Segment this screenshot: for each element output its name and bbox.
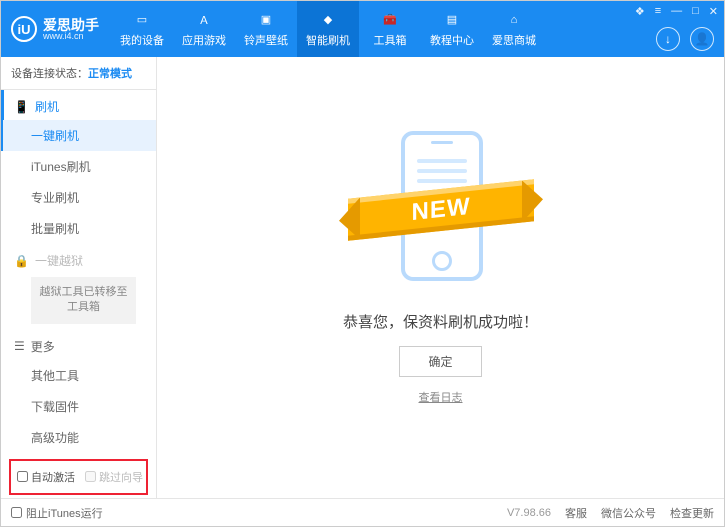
nav-tutorials[interactable]: ▤教程中心: [421, 1, 483, 57]
new-badge: NEW: [348, 179, 534, 241]
user-button[interactable]: 👤: [690, 27, 714, 51]
wechat-link[interactable]: 微信公众号: [601, 505, 656, 521]
apps-icon: Ａ: [194, 11, 214, 29]
wallpaper-icon: ▣: [256, 11, 276, 29]
tutorial-icon: ▤: [442, 11, 462, 29]
window-controls: ❖ ≡ — □ ✕: [635, 5, 718, 18]
section-more[interactable]: ☰更多: [1, 330, 156, 360]
nav-toolbox[interactable]: 🧰工具箱: [359, 1, 421, 57]
skin-icon[interactable]: ❖: [635, 5, 645, 18]
close-icon[interactable]: ✕: [709, 5, 718, 18]
version-label: V7.98.66: [507, 507, 551, 519]
support-link[interactable]: 客服: [565, 505, 587, 521]
connection-status: 设备连接状态：正常模式: [1, 57, 156, 90]
nav-my-device[interactable]: ▭我的设备: [111, 1, 173, 57]
sidebar-item-pro-flash[interactable]: 专业刷机: [1, 182, 156, 213]
sidebar-item-batch-flash[interactable]: 批量刷机: [1, 213, 156, 244]
sidebar-item-other-tools[interactable]: 其他工具: [1, 360, 156, 391]
main-panel: NEW 恭喜您，保资料刷机成功啦！ 确定 查看日志: [157, 57, 724, 498]
jailbreak-moved-note: 越狱工具已转移至工具箱: [31, 277, 136, 324]
block-itunes-checkbox[interactable]: 阻止iTunes运行: [11, 505, 103, 521]
app-header: iU 爱思助手 www.i4.cn ▭我的设备 Ａ应用游戏 ▣铃声壁纸 ◆智能刷…: [1, 1, 724, 57]
nav-ringtones[interactable]: ▣铃声壁纸: [235, 1, 297, 57]
menu-icon[interactable]: ≡: [655, 5, 661, 18]
logo: iU 爱思助手 www.i4.cn: [11, 16, 99, 42]
sidebar: 设备连接状态：正常模式 📱刷机 一键刷机 iTunes刷机 专业刷机 批量刷机 …: [1, 57, 157, 498]
section-jailbreak: 🔒一键越狱: [1, 244, 156, 274]
nav-apps[interactable]: Ａ应用游戏: [173, 1, 235, 57]
sidebar-item-itunes-flash[interactable]: iTunes刷机: [1, 151, 156, 182]
sidebar-item-download-firmware[interactable]: 下载固件: [1, 391, 156, 422]
section-flash[interactable]: 📱刷机: [1, 90, 156, 120]
top-nav: ▭我的设备 Ａ应用游戏 ▣铃声壁纸 ◆智能刷机 🧰工具箱 ▤教程中心 ⌂爱思商城: [111, 1, 545, 57]
flash-icon: ◆: [318, 11, 338, 29]
logo-icon: iU: [11, 16, 37, 42]
list-icon: ☰: [14, 339, 25, 353]
flash-options: 自动激活 跳过向导: [9, 459, 148, 495]
phone-icon: 📱: [14, 100, 29, 114]
view-log-link[interactable]: 查看日志: [419, 389, 463, 405]
auto-activate-checkbox[interactable]: 自动激活: [17, 469, 75, 485]
skip-setup-checkbox[interactable]: 跳过向导: [85, 469, 143, 485]
check-update-link[interactable]: 检查更新: [670, 505, 714, 521]
toolbox-icon: 🧰: [380, 11, 400, 29]
device-icon: ▭: [132, 11, 152, 29]
nav-store[interactable]: ⌂爱思商城: [483, 1, 545, 57]
download-button[interactable]: ↓: [656, 27, 680, 51]
app-url: www.i4.cn: [43, 32, 99, 41]
success-message: 恭喜您，保资料刷机成功啦！: [343, 311, 538, 332]
lock-icon: 🔒: [14, 254, 29, 268]
sidebar-item-oneclick-flash[interactable]: 一键刷机: [1, 120, 156, 151]
success-illustration: NEW: [356, 131, 526, 291]
maximize-icon[interactable]: □: [692, 5, 699, 18]
app-title: 爱思助手: [43, 18, 99, 32]
status-bar: 阻止iTunes运行 V7.98.66 客服 微信公众号 检查更新: [1, 498, 724, 526]
ok-button[interactable]: 确定: [399, 346, 481, 377]
minimize-icon[interactable]: —: [671, 5, 682, 18]
store-icon: ⌂: [504, 11, 524, 29]
nav-flash[interactable]: ◆智能刷机: [297, 1, 359, 57]
sidebar-item-advanced[interactable]: 高级功能: [1, 422, 156, 453]
